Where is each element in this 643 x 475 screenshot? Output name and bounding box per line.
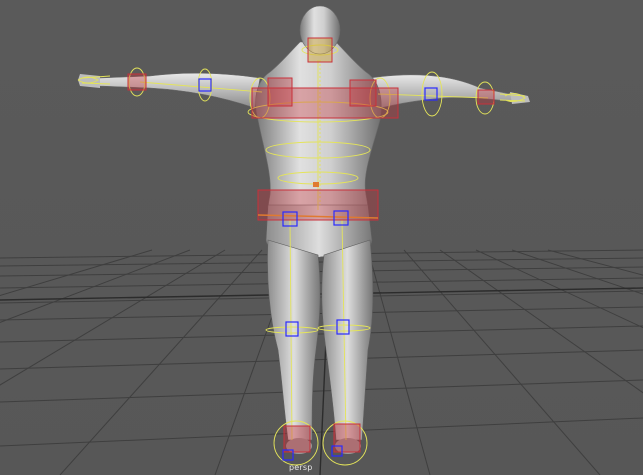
right-foot-ik-box-icon[interactable]: [333, 423, 361, 453]
grid-axis-lines: [0, 249, 643, 475]
left-foot-ik-box-icon[interactable]: [283, 425, 311, 453]
waist-pivot-icon[interactable]: [313, 182, 319, 187]
left-hand-ik-box-icon[interactable]: [127, 73, 147, 91]
scene-canvas[interactable]: [0, 0, 643, 475]
left-scapula-box-icon[interactable]: [267, 77, 293, 107]
character-mesh[interactable]: [78, 5, 530, 454]
left-arm-mesh[interactable]: [83, 72, 261, 109]
left-leg-mesh[interactable]: [267, 239, 321, 441]
neck-control-box-icon[interactable]: [307, 37, 333, 63]
right-hand-ik-box-icon[interactable]: [477, 89, 495, 105]
right-leg-mesh[interactable]: [321, 239, 374, 441]
camera-name-label: persp: [289, 463, 313, 472]
right-scapula-box-icon[interactable]: [349, 79, 377, 107]
maya-3d-viewport[interactable]: persp: [0, 0, 643, 475]
